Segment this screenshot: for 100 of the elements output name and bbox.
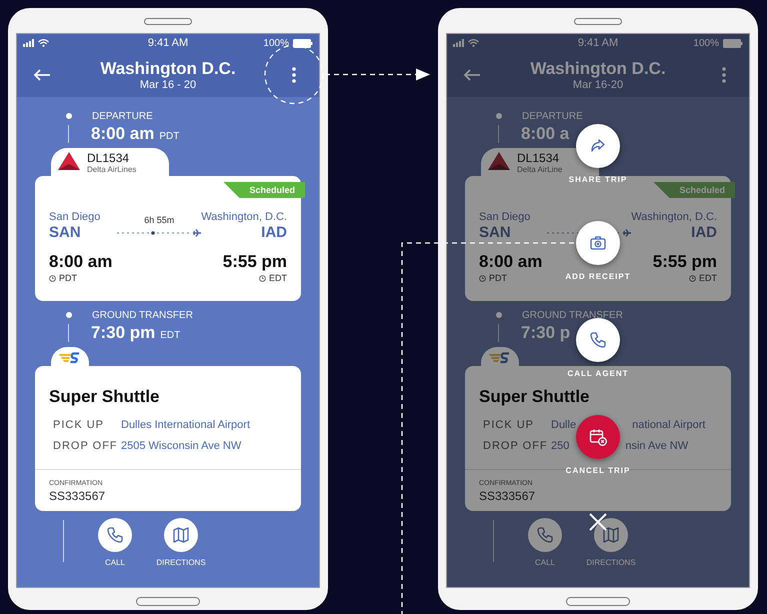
company-name: Super Shuttle (48, 386, 161, 408)
time-zone: EDT (160, 330, 180, 341)
action-label: DIRECTIONS (156, 558, 206, 567)
leg-label: DEPARTURE (92, 110, 153, 122)
menu-label: CALL AGENT (567, 369, 629, 379)
phone-icon (588, 330, 608, 350)
battery-icon (292, 38, 313, 48)
company-name: Super Shuttle (478, 386, 591, 408)
detail-value: 2505 Wisconsin Ave NW (121, 440, 242, 452)
airline-logo-icon (57, 151, 81, 171)
phone-icon (535, 525, 555, 545)
battery-icon (722, 38, 743, 48)
confirmation-number: SS333567 (479, 488, 536, 504)
flight-time: 5:55 pm (222, 252, 287, 272)
map-icon (601, 525, 621, 545)
detail-value: national Airport (632, 418, 706, 430)
phone-icon (105, 525, 125, 545)
action-label: CALL (534, 558, 555, 567)
city-name: San Diego (49, 210, 102, 224)
detail-value: 250 (551, 440, 570, 452)
flight-time: 8:00 am (49, 252, 112, 272)
confirmation-number: SS333567 (49, 488, 106, 504)
timeline-dot (496, 312, 502, 318)
back-arrow-icon (33, 68, 51, 80)
leg-label: GROUND TRANSFER (522, 310, 623, 320)
city-name: Washington, D.C. (631, 210, 717, 224)
close-icon (588, 512, 608, 532)
menu-icon (292, 66, 296, 82)
airline-name: Delta AirLine (517, 165, 562, 174)
airline-name: Delta AirLines (87, 165, 136, 174)
detail-label: DROP OFF (483, 440, 549, 452)
time-zone: EDT (269, 272, 287, 284)
airline-logo-icon (487, 151, 511, 171)
detail-label: PICK UP (483, 418, 536, 430)
timeline-dot (496, 113, 502, 119)
trip-title: Washington D.C. (530, 58, 666, 78)
clock-icon (259, 274, 266, 282)
leg-label: GROUND TRANSFER (92, 310, 193, 320)
detail-label: DROP OFF (53, 440, 119, 452)
detail-value: Dulles International Airport (121, 418, 252, 430)
trip-dates: Mar 16 - 20 (140, 78, 196, 90)
flight-time: 8:00 am (479, 252, 542, 272)
signal-icon (453, 39, 464, 47)
shuttle-logo-icon (489, 352, 511, 364)
leg-time: 7:30 p (521, 323, 570, 343)
airport-code: SAN (49, 224, 82, 242)
detail-label: PICK UP (53, 418, 106, 430)
action-label: DIRECTIONS (586, 558, 636, 567)
battery-percent: 100% (263, 38, 289, 48)
time-zone: PDT (59, 272, 77, 284)
airport-code: IAD (261, 224, 287, 242)
action-label: CALL (104, 558, 125, 567)
status-time: 9:41 AM (148, 37, 188, 49)
timeline-dot (66, 312, 72, 318)
menu-label: ADD RECEIPT (565, 272, 631, 282)
status-ribbon: Scheduled (653, 182, 735, 198)
timeline-line (498, 125, 499, 143)
flight-number: DL1534 (87, 151, 130, 165)
speaker-slot (144, 18, 192, 25)
clock-icon (479, 274, 486, 282)
leg-label: DEPARTURE (522, 110, 583, 122)
menu-label: CANCEL TRIP (566, 466, 630, 476)
timeline-line (68, 324, 69, 342)
leg-time: 7:30 pm (91, 323, 156, 343)
back-arrow-icon (463, 68, 481, 80)
city-name: Washington, D.C. (201, 210, 287, 224)
city-name: San Diego (479, 210, 532, 224)
trip-title: Washington D.C. (100, 58, 236, 78)
highlight-ring (264, 44, 324, 104)
flight-number: DL1534 (517, 151, 560, 165)
status-time: 9:41 AM (578, 37, 618, 49)
call-button[interactable] (98, 518, 132, 552)
menu-icon (722, 66, 726, 82)
calendar-cancel-icon (588, 427, 608, 447)
timeline-dot (66, 113, 72, 119)
signal-icon (23, 39, 34, 47)
directions-button[interactable] (594, 518, 628, 552)
time-zone: PDT (159, 131, 180, 142)
flight-time: 5:55 pm (652, 252, 717, 272)
detail-value: nsin Ave NW (625, 440, 688, 452)
wifi-icon (38, 39, 49, 47)
timeline-line (498, 324, 499, 342)
time-zone: EDT (699, 272, 717, 284)
menu-label: SHARE TRIP (568, 175, 628, 185)
airport-code: IAD (691, 224, 717, 242)
status-ribbon: Scheduled (223, 182, 305, 198)
directions-button[interactable] (164, 518, 198, 552)
timeline-line (68, 125, 69, 143)
wifi-icon (468, 39, 479, 47)
shuttle-logo-icon (59, 352, 81, 364)
battery-percent: 100% (693, 38, 719, 48)
leg-time: 8:00 a (521, 124, 570, 144)
trip-dates: Mar 16-20 (572, 78, 624, 90)
detail-value: Dulle (551, 418, 576, 430)
flight-duration: 6h 55m (144, 215, 174, 225)
time-zone: PDT (489, 272, 507, 284)
map-icon (171, 525, 191, 545)
clock-icon (689, 274, 696, 282)
timeline-line (63, 520, 64, 562)
airport-code: SAN (479, 224, 512, 242)
